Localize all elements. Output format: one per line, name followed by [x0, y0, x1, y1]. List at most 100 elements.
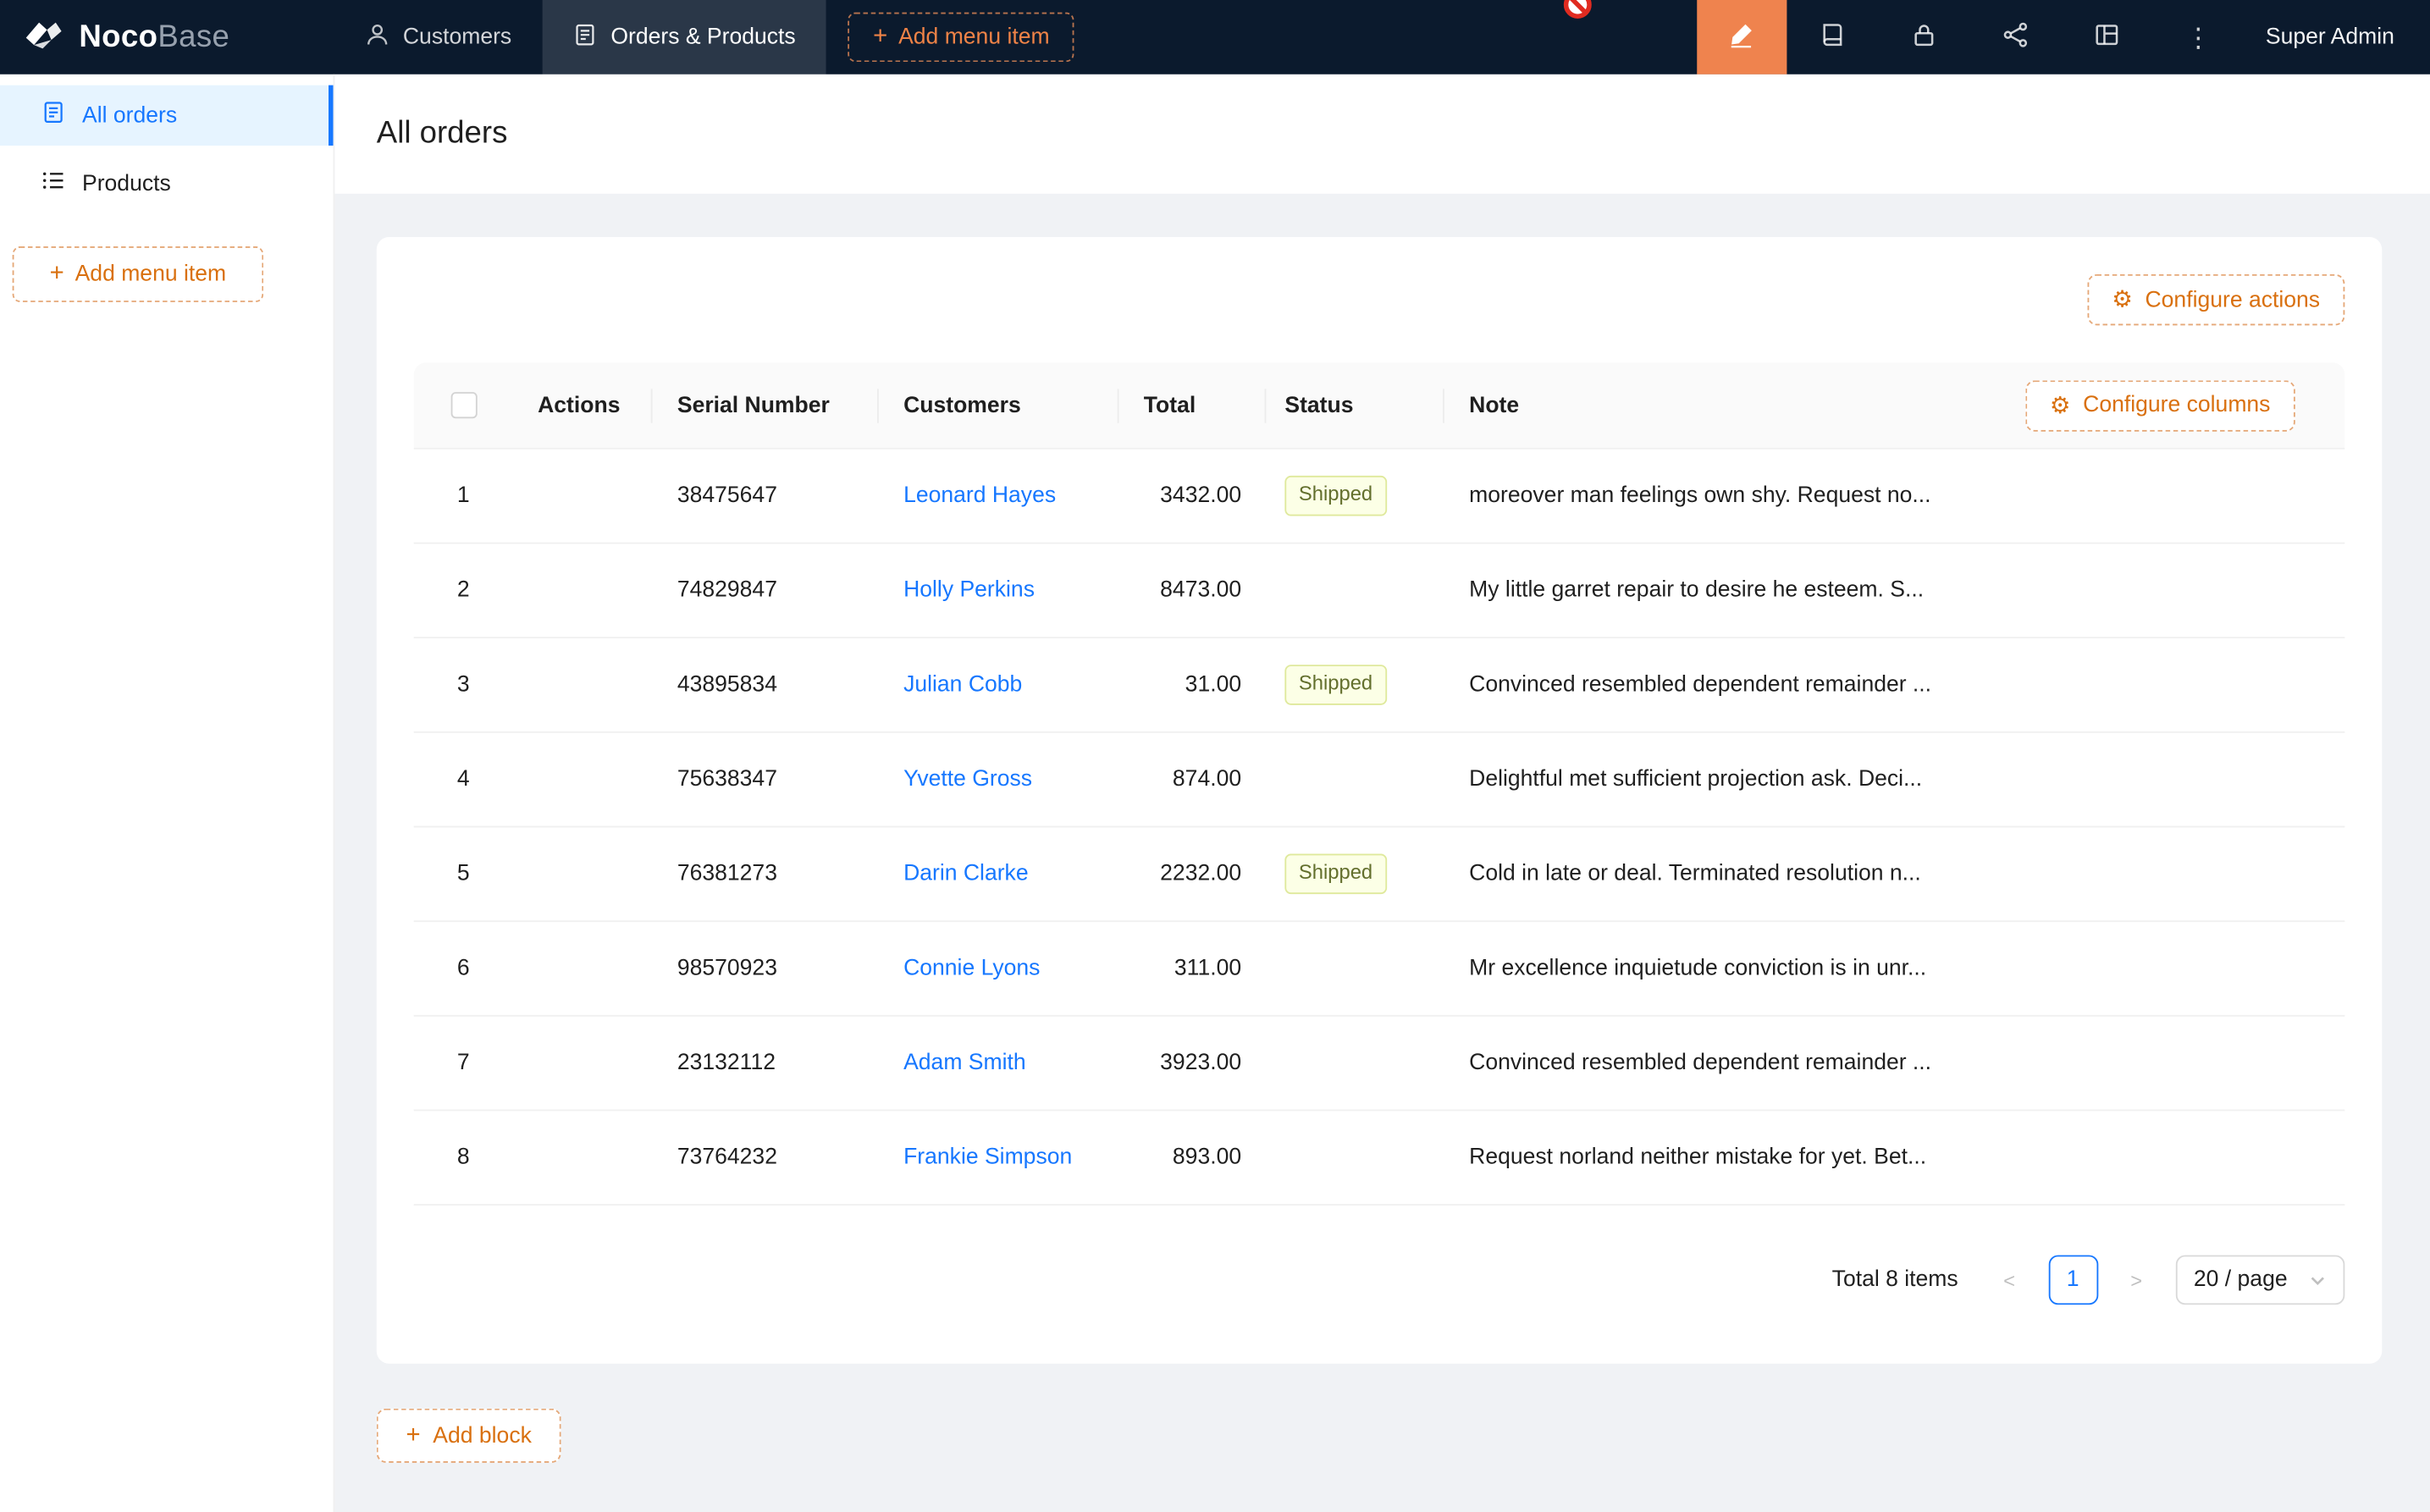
table-row: 8 73764232 Frankie Simpson 893.00 Reques…: [414, 1111, 2345, 1206]
customer-link[interactable]: Yvette Gross: [903, 767, 1032, 792]
plus-icon: +: [873, 25, 887, 49]
status-badge: Shipped: [1284, 854, 1386, 893]
customer-link[interactable]: Julian Cobb: [903, 672, 1022, 697]
customer-link[interactable]: Leonard Hayes: [903, 483, 1056, 508]
table-row: 6 98570923 Connie Lyons 311.00 Mr excell…: [414, 922, 2345, 1017]
book-icon: [1820, 21, 1846, 53]
page-header: All orders: [334, 74, 2430, 194]
logo-text: NocoBase: [79, 19, 229, 55]
sidebar-item-products[interactable]: Products: [0, 153, 334, 213]
status-badge: Shipped: [1284, 665, 1386, 704]
customer-link[interactable]: Adam Smith: [903, 1051, 1026, 1075]
nav-orders-products-label: Orders & Products: [610, 25, 795, 49]
customer-link[interactable]: Connie Lyons: [903, 956, 1040, 980]
total-cell: 3432.00: [1119, 483, 1267, 508]
note-cell: Request norland neither mistake for yet.…: [1444, 1145, 2344, 1170]
layout-icon: [2094, 21, 2120, 53]
total-cell: 2232.00: [1119, 862, 1267, 886]
table-block-card: ⚙ Configure actions Actions Serial Numbe…: [377, 237, 2382, 1364]
top-header: NocoBase Customers Orders & Products: [0, 0, 2430, 74]
note-cell: Convinced resembled dependent remainder …: [1444, 1051, 2344, 1075]
next-page-button[interactable]: >: [2112, 1255, 2162, 1305]
sidebar: All orders Products + Add menu item: [0, 74, 334, 1512]
add-menu-item-header-label: Add menu item: [898, 25, 1050, 49]
total-cell: 311.00: [1119, 956, 1267, 980]
gear-icon: ⚙: [2112, 288, 2133, 311]
nav-customers[interactable]: Customers: [334, 0, 542, 74]
list-icon: [41, 169, 64, 199]
configure-columns-button[interactable]: ⚙ Configure columns: [2025, 379, 2295, 430]
table-row: 7 23132112 Adam Smith 3923.00 Convinced …: [414, 1017, 2345, 1112]
api-doc-icon-button[interactable]: [1787, 0, 1878, 74]
note-cell: moreover man feelings own shy. Request n…: [1444, 483, 2344, 508]
configure-actions-button[interactable]: ⚙ Configure actions: [2087, 274, 2344, 325]
user-menu[interactable]: Super Admin: [2244, 25, 2430, 49]
customer-link[interactable]: Darin Clarke: [903, 862, 1029, 886]
more-icon-button[interactable]: ⋮: [2152, 0, 2244, 74]
serial-cell: 74829847: [653, 578, 879, 603]
nav-orders-products[interactable]: Orders & Products: [543, 0, 826, 74]
table-header-row: Actions Serial Number Customers Total St…: [414, 362, 2345, 450]
total-cell: 8473.00: [1119, 578, 1267, 603]
select-all-checkbox[interactable]: [450, 392, 477, 418]
plugins-icon-button[interactable]: [1969, 0, 2061, 74]
select-all-cell: [414, 392, 513, 418]
main-area: All orders ⚙ Configure actions A: [334, 74, 2430, 1512]
customer-link[interactable]: Frankie Simpson: [903, 1145, 1072, 1170]
pagination-total: Total 8 items: [1832, 1267, 1958, 1292]
layout-icon-button[interactable]: [2061, 0, 2152, 74]
prev-page-button[interactable]: <: [1985, 1255, 2035, 1305]
serial-cell: 75638347: [653, 767, 879, 792]
add-menu-item-sidebar-button[interactable]: + Add menu item: [13, 246, 264, 302]
lock-icon-button[interactable]: [1878, 0, 1969, 74]
sidebar-item-all-orders[interactable]: All orders: [0, 86, 334, 146]
serial-cell: 98570923: [653, 956, 879, 980]
not-allowed-cursor-icon: [1562, 0, 1593, 26]
share-nodes-icon: [2002, 21, 2029, 53]
total-cell: 874.00: [1119, 767, 1267, 792]
page-size-select[interactable]: 20 / page: [2175, 1255, 2344, 1305]
header-actions: ⋮ Super Admin: [1697, 0, 2430, 74]
sidebar-menu: All orders Products: [0, 74, 334, 214]
configure-actions-label: Configure actions: [2146, 288, 2321, 312]
card-toolbar: ⚙ Configure actions: [414, 274, 2345, 325]
configure-columns-label: Configure columns: [2083, 393, 2270, 417]
main-nav: Customers Orders & Products + Add menu i…: [334, 0, 1074, 74]
customer-link[interactable]: Holly Perkins: [903, 578, 1035, 603]
column-header-status: Status: [1266, 393, 1444, 417]
row-index: 8: [414, 1145, 513, 1170]
ui-editor-button[interactable]: [1697, 0, 1787, 74]
note-cell: Convinced resembled dependent remainder …: [1444, 672, 2344, 697]
serial-cell: 38475647: [653, 483, 879, 508]
logo[interactable]: NocoBase: [0, 16, 334, 58]
table-row: 5 76381273 Darin Clarke 2232.00 Shipped …: [414, 827, 2345, 922]
pagination: Total 8 items < 1 > 20 / page: [414, 1255, 2345, 1305]
page-1-button[interactable]: 1: [2048, 1255, 2098, 1305]
row-index: 1: [414, 483, 513, 508]
row-index: 5: [414, 862, 513, 886]
row-index: 6: [414, 956, 513, 980]
column-header-serial: Serial Number: [653, 393, 879, 417]
status-badge: Shipped: [1284, 477, 1386, 516]
serial-cell: 23132112: [653, 1051, 879, 1075]
serial-cell: 43895834: [653, 672, 879, 697]
serial-cell: 76381273: [653, 862, 879, 886]
plus-icon: +: [50, 262, 64, 286]
add-block-label: Add block: [433, 1423, 532, 1448]
add-block-button[interactable]: + Add block: [377, 1409, 561, 1463]
plus-icon: +: [406, 1423, 421, 1448]
add-menu-item-header-button[interactable]: + Add menu item: [848, 13, 1074, 63]
note-cell: Cold in late or deal. Terminated resolut…: [1444, 862, 2344, 886]
sidebar-item-label: All orders: [82, 103, 177, 128]
app: NocoBase Customers Orders & Products: [0, 0, 2430, 1512]
more-vertical-icon: ⋮: [2185, 24, 2212, 50]
content: ⚙ Configure actions Actions Serial Numbe…: [334, 194, 2430, 1463]
gear-icon: ⚙: [2050, 394, 2071, 417]
user-icon: [366, 23, 389, 52]
highlighter-icon: [1729, 21, 1755, 53]
all-orders-icon: [41, 101, 64, 130]
lock-icon: [1911, 21, 1937, 53]
row-index: 7: [414, 1051, 513, 1075]
note-cell: Delightful met sufficient projection ask…: [1444, 767, 2344, 792]
total-cell: 31.00: [1119, 672, 1267, 697]
